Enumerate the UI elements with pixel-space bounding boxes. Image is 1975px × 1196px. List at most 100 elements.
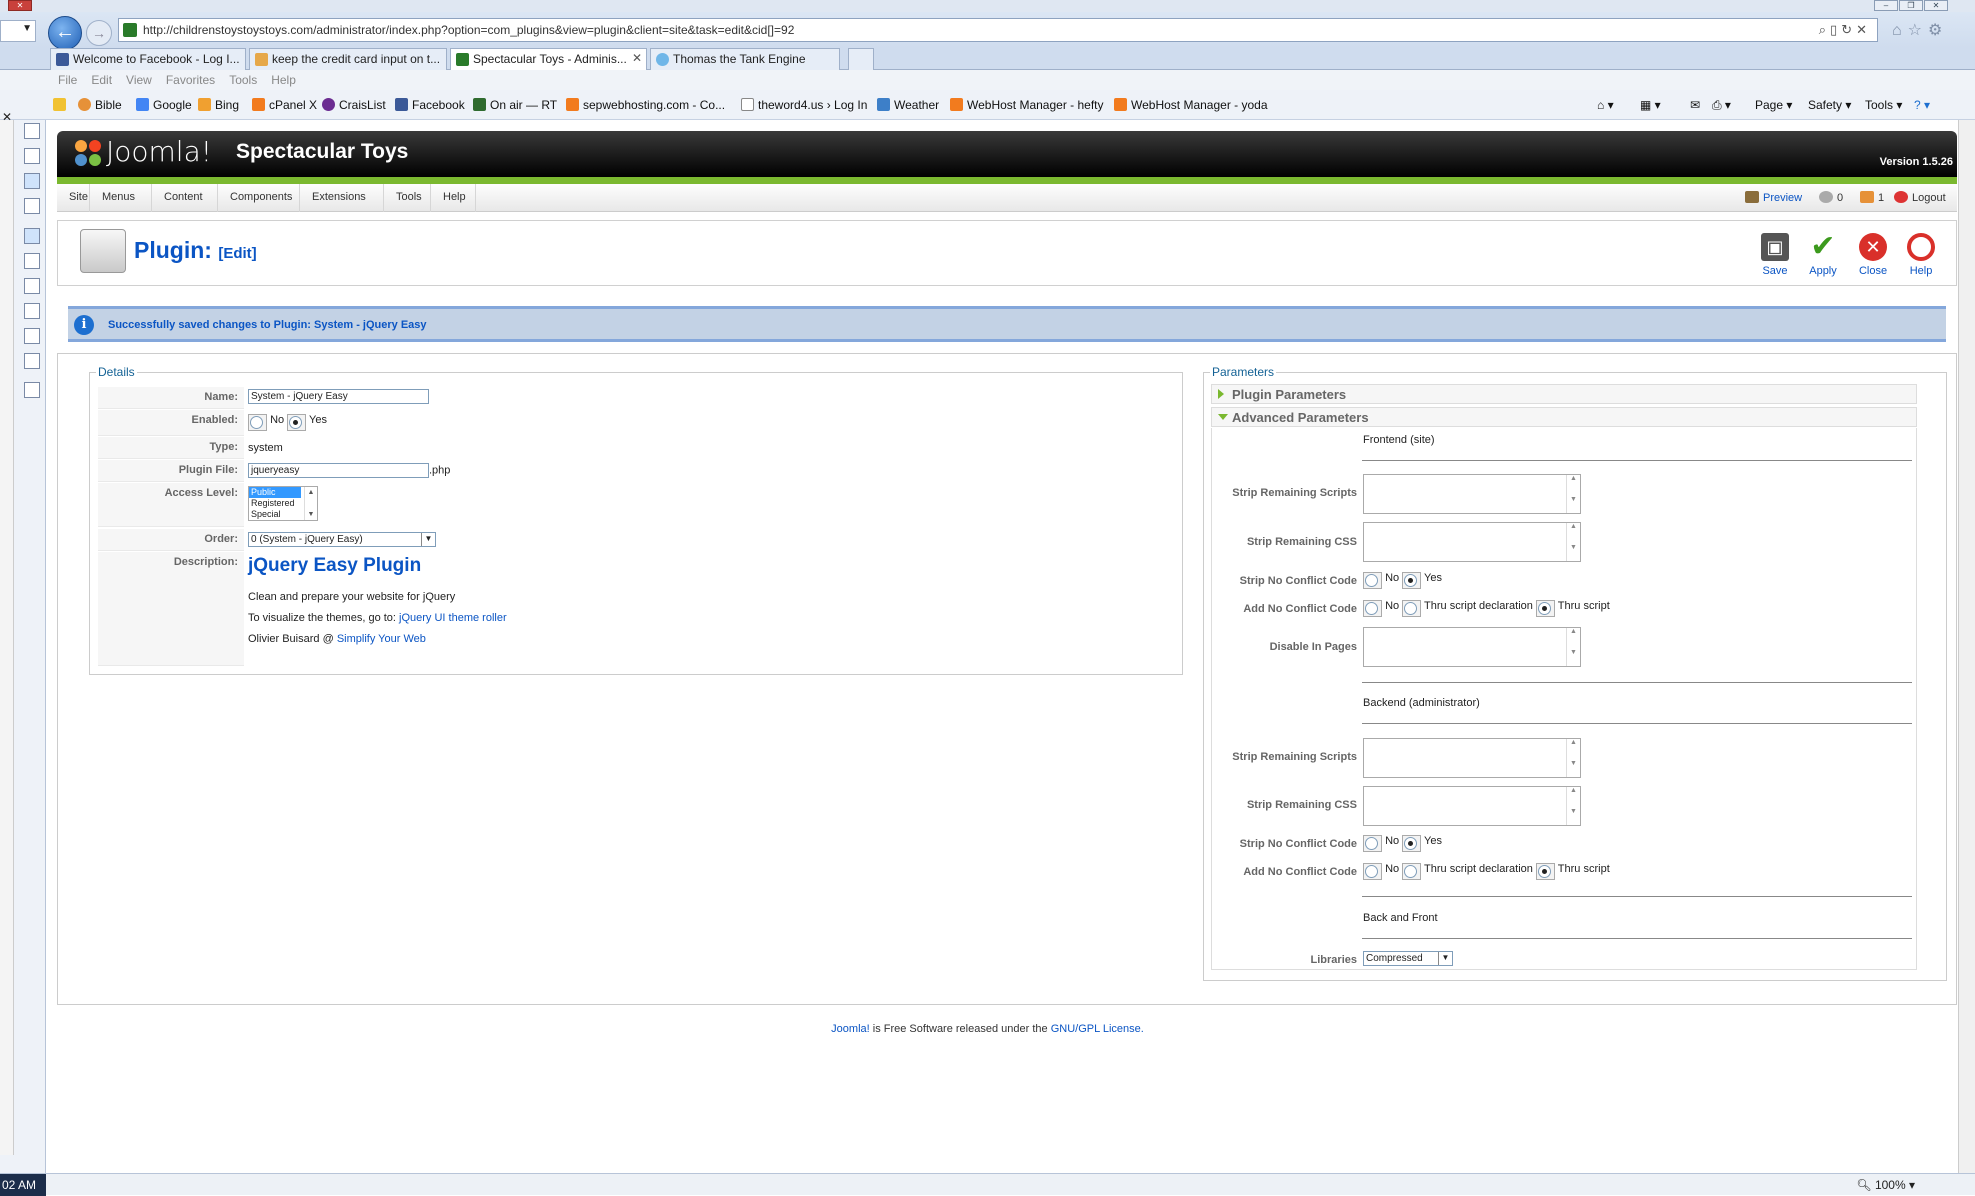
fav-facebook[interactable]: Facebook xyxy=(395,98,465,112)
fe-strip-css-textarea[interactable]: ▲ ▼ xyxy=(1363,522,1581,562)
window-restore-button[interactable]: ❐ xyxy=(1899,0,1923,11)
admin-menu-components[interactable]: Components xyxy=(218,184,300,212)
access-scrollbar[interactable]: ▲ ▼ xyxy=(304,487,317,520)
fav-theword4us[interactable]: theword4.us › Log In xyxy=(741,98,867,112)
name-input[interactable]: System - jQuery Easy xyxy=(248,389,429,404)
fe-add-noconflict-script-radio[interactable] xyxy=(1535,600,1555,617)
address-input[interactable]: http://childrenstoystoystoys.com/adminis… xyxy=(118,18,1878,42)
preview-link[interactable]: Preview xyxy=(1745,191,1802,204)
libraries-select[interactable]: Compressed ▼ xyxy=(1363,951,1453,966)
command-print-icon[interactable]: ⎙ ▾ xyxy=(1712,98,1731,113)
admin-menu-tools[interactable]: Tools xyxy=(384,184,431,212)
menu-help[interactable]: Help xyxy=(271,73,296,87)
page-scrollbar[interactable] xyxy=(1958,120,1975,1173)
panel-tool-icon[interactable] xyxy=(24,328,40,344)
search-icon[interactable]: ⌕ xyxy=(1819,22,1830,37)
panel-tool-icon[interactable] xyxy=(24,228,40,244)
menu-favorites[interactable]: Favorites xyxy=(166,73,215,87)
close-button[interactable]: ✕ Close xyxy=(1852,233,1894,277)
fe-disable-pages-textarea[interactable]: ▲ ▼ xyxy=(1363,627,1581,667)
be-strip-noconflict-no-radio[interactable] xyxy=(1363,835,1382,852)
tab-thomas[interactable]: Thomas the Tank Engine xyxy=(650,48,840,70)
tab-facebook[interactable]: Welcome to Facebook - Log I... xyxy=(50,48,246,70)
panel-tool-icon[interactable] xyxy=(24,278,40,294)
close-panel-icon[interactable]: ✕ xyxy=(2,110,12,124)
users-count[interactable]: 1 xyxy=(1860,191,1884,204)
command-safety-menu[interactable]: Safety ▾ xyxy=(1808,98,1851,112)
textarea-scrollbar[interactable]: ▲ ▼ xyxy=(1566,523,1580,561)
panel-tool-icon[interactable] xyxy=(24,382,40,398)
advanced-parameters-toggle[interactable]: Advanced Parameters xyxy=(1211,407,1917,427)
enabled-yes-radio[interactable] xyxy=(287,414,307,431)
admin-menu-content[interactable]: Content xyxy=(152,184,218,212)
fe-strip-scripts-textarea[interactable]: ▲ ▼ xyxy=(1363,474,1581,514)
fav-sepwebhosting[interactable]: sepwebhosting.com - Co... xyxy=(566,98,725,112)
fav-cpanel[interactable]: cPanel X xyxy=(252,98,317,112)
command-mail-icon[interactable]: ✉ xyxy=(1690,98,1700,112)
gpl-license-link[interactable]: GNU/GPL License. xyxy=(1051,1023,1144,1035)
textarea-scrollbar[interactable]: ▲ ▼ xyxy=(1566,787,1580,825)
home-icon[interactable]: ⌂ xyxy=(1892,22,1908,39)
fav-google[interactable]: Google xyxy=(136,98,192,112)
admin-menu-menus[interactable]: Menus xyxy=(90,184,152,212)
fav-bible[interactable]: Bible xyxy=(78,98,122,112)
fav-whm-yoda[interactable]: WebHost Manager - yoda xyxy=(1114,98,1268,112)
enabled-no-radio[interactable] xyxy=(248,414,267,431)
be-add-noconflict-script-radio[interactable] xyxy=(1535,863,1555,880)
admin-menu-extensions[interactable]: Extensions xyxy=(300,184,384,212)
joomla-link[interactable]: Joomla! xyxy=(831,1023,870,1035)
be-strip-css-textarea[interactable]: ▲ ▼ xyxy=(1363,786,1581,826)
plugin-parameters-toggle[interactable]: Plugin Parameters xyxy=(1211,384,1917,404)
be-strip-noconflict-yes-radio[interactable] xyxy=(1402,835,1422,852)
fe-strip-noconflict-yes-radio[interactable] xyxy=(1402,572,1422,589)
fe-add-noconflict-decl-radio[interactable] xyxy=(1402,600,1422,617)
be-add-noconflict-no-radio[interactable] xyxy=(1363,863,1382,880)
tab-credit-card[interactable]: keep the credit card input on t... xyxy=(249,48,447,70)
window-minimize-button[interactable]: – xyxy=(1874,0,1898,11)
fe-add-noconflict-no-radio[interactable] xyxy=(1363,600,1382,617)
command-feeds-icon[interactable]: ▦ ▾ xyxy=(1640,98,1661,112)
fav-craislist[interactable]: CraisList xyxy=(322,98,386,112)
command-page-menu[interactable]: Page ▾ xyxy=(1755,98,1792,112)
fe-strip-noconflict-no-radio[interactable] xyxy=(1363,572,1382,589)
plugin-file-input[interactable]: jqueryeasy xyxy=(248,463,429,478)
textarea-scrollbar[interactable]: ▲ ▼ xyxy=(1566,475,1580,513)
panel-tool-icon[interactable] xyxy=(24,198,40,214)
command-help-icon[interactable]: ? ▾ xyxy=(1914,98,1930,112)
compat-view-icon[interactable]: ▯ xyxy=(1830,22,1841,37)
panel-tool-icon[interactable] xyxy=(24,123,40,139)
messages-count[interactable]: 0 xyxy=(1819,191,1843,204)
back-button[interactable]: ← xyxy=(48,16,82,50)
window-close-small-button[interactable]: ✕ xyxy=(1924,0,1948,11)
window-close-button[interactable]: ✕ xyxy=(8,0,32,11)
panel-tool-icon[interactable] xyxy=(24,353,40,369)
side-panel-scrollbar[interactable] xyxy=(0,120,14,1155)
theme-roller-link[interactable]: jQuery UI theme roller xyxy=(399,612,507,624)
menu-tools[interactable]: Tools xyxy=(229,73,257,87)
forward-button[interactable]: → xyxy=(86,20,112,46)
panel-tool-icon[interactable] xyxy=(24,173,40,189)
command-tools-menu[interactable]: Tools ▾ xyxy=(1865,98,1902,112)
panel-tool-icon[interactable] xyxy=(24,303,40,319)
help-button[interactable]: Help xyxy=(1900,233,1942,277)
simplify-your-web-link[interactable]: Simplify Your Web xyxy=(337,633,426,645)
admin-menu-help[interactable]: Help xyxy=(431,184,476,212)
menu-edit[interactable]: Edit xyxy=(91,73,112,87)
be-strip-scripts-textarea[interactable]: ▲ ▼ xyxy=(1363,738,1581,778)
new-tab-button[interactable] xyxy=(848,48,874,70)
order-select[interactable]: 0 (System - jQuery Easy) ▼ xyxy=(248,532,436,547)
admin-menu-site[interactable]: Site xyxy=(57,184,90,212)
textarea-scrollbar[interactable]: ▲ ▼ xyxy=(1566,739,1580,777)
menu-file[interactable]: File xyxy=(58,73,77,87)
stop-icon[interactable]: ✕ xyxy=(1856,22,1871,37)
explorer-bar-dropdown[interactable]: ▼ xyxy=(0,20,36,42)
gear-icon[interactable]: ⚙ xyxy=(1928,22,1948,39)
be-add-noconflict-decl-radio[interactable] xyxy=(1402,863,1422,880)
fav-on-air-rt[interactable]: On air — RT xyxy=(473,98,557,112)
zoom-control[interactable]: 🔍︎ 100% ▾ xyxy=(1856,1178,1915,1192)
access-option-public[interactable]: Public xyxy=(249,487,301,498)
panel-tool-icon[interactable] xyxy=(24,148,40,164)
menu-view[interactable]: View xyxy=(126,73,152,87)
fav-bing[interactable]: Bing xyxy=(198,98,239,112)
logout-link[interactable]: Logout xyxy=(1894,191,1946,204)
